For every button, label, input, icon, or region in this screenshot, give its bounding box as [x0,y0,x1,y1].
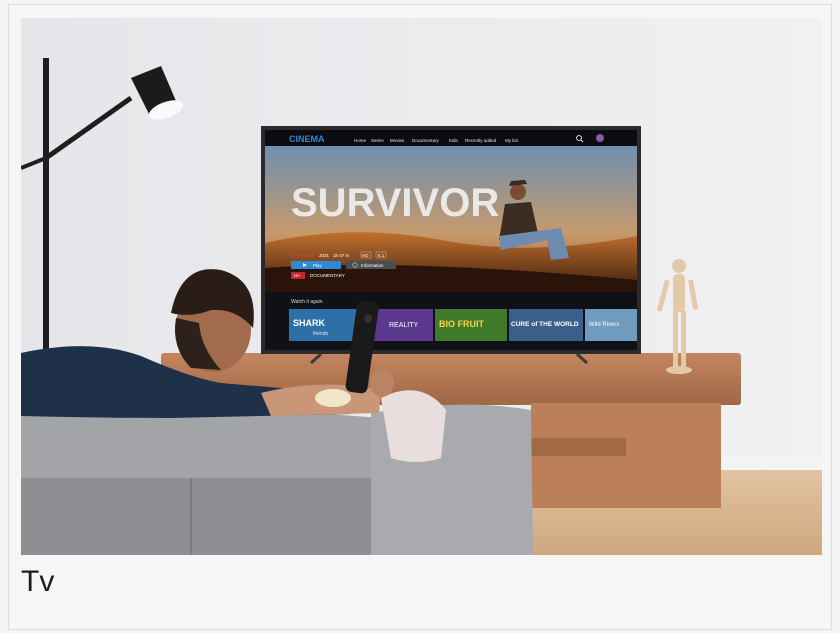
cushion [381,390,446,462]
hero-duration: 1h 47 m [333,253,350,258]
genre-label: DOCUMENTARY [310,273,345,278]
sofa [21,404,533,555]
svg-text:CURE of THE WORLD: CURE of THE WORLD [511,321,579,328]
living-room-scene: CINEMA Home Series Movies Documentary Ki… [21,18,822,555]
play-button[interactable]: Play [291,261,341,269]
svg-text:Wild Rivers: Wild Rivers [589,322,619,328]
thumbnail-bio-fruit[interactable]: BIO FRUIT [435,309,507,341]
hero-title: SURVIVOR [291,181,499,225]
nav-my-list: My list [505,138,518,143]
hero-quality: HD [362,253,369,258]
nav-kids: Kids [449,138,459,143]
nav-documentary: Documentary [412,138,440,143]
profile-avatar-icon [596,134,604,142]
image-caption: Tv [21,565,55,598]
hero-audio: 5.1 [378,253,385,258]
tv-nav: Home Series Movies Documentary Kids Rece… [354,138,518,143]
baseboard [711,456,822,470]
hero-year: 2021 [319,253,330,258]
hand [370,369,394,397]
nav-recently-added: Recently added [465,138,497,143]
popcorn-bowl [315,389,351,407]
information-label: Information [361,263,384,268]
nav-home: Home [354,138,367,143]
tv-photo: CINEMA Home Series Movies Documentary Ki… [21,18,822,555]
hero-match: 97% Match [291,253,314,258]
thumbnail-shark[interactable]: SHARK friends [289,309,360,341]
information-button[interactable]: Information [346,261,396,269]
row-title: Watch it again [291,299,323,305]
nav-movies: Movies [390,138,405,143]
svg-text:friends: friends [313,331,329,337]
image-card: CINEMA Home Series Movies Documentary Ki… [8,4,832,630]
nav-series: Series [371,138,385,143]
svg-text:REALITY: REALITY [389,322,419,329]
svg-text:BIO FRUIT: BIO FRUIT [439,319,484,329]
thumbnail-wild-rivers[interactable]: Wild Rivers [585,309,637,341]
television: CINEMA Home Series Movies Documentary Ki… [261,126,641,365]
svg-text:SHARK: SHARK [293,318,326,328]
thumbnail-cure-of-the-world[interactable]: CURE of THE WORLD [509,309,583,341]
tv-brand-logo: CINEMA [289,134,325,144]
age-rating-badge: 16+ [293,273,301,278]
play-label: Play [313,263,323,268]
